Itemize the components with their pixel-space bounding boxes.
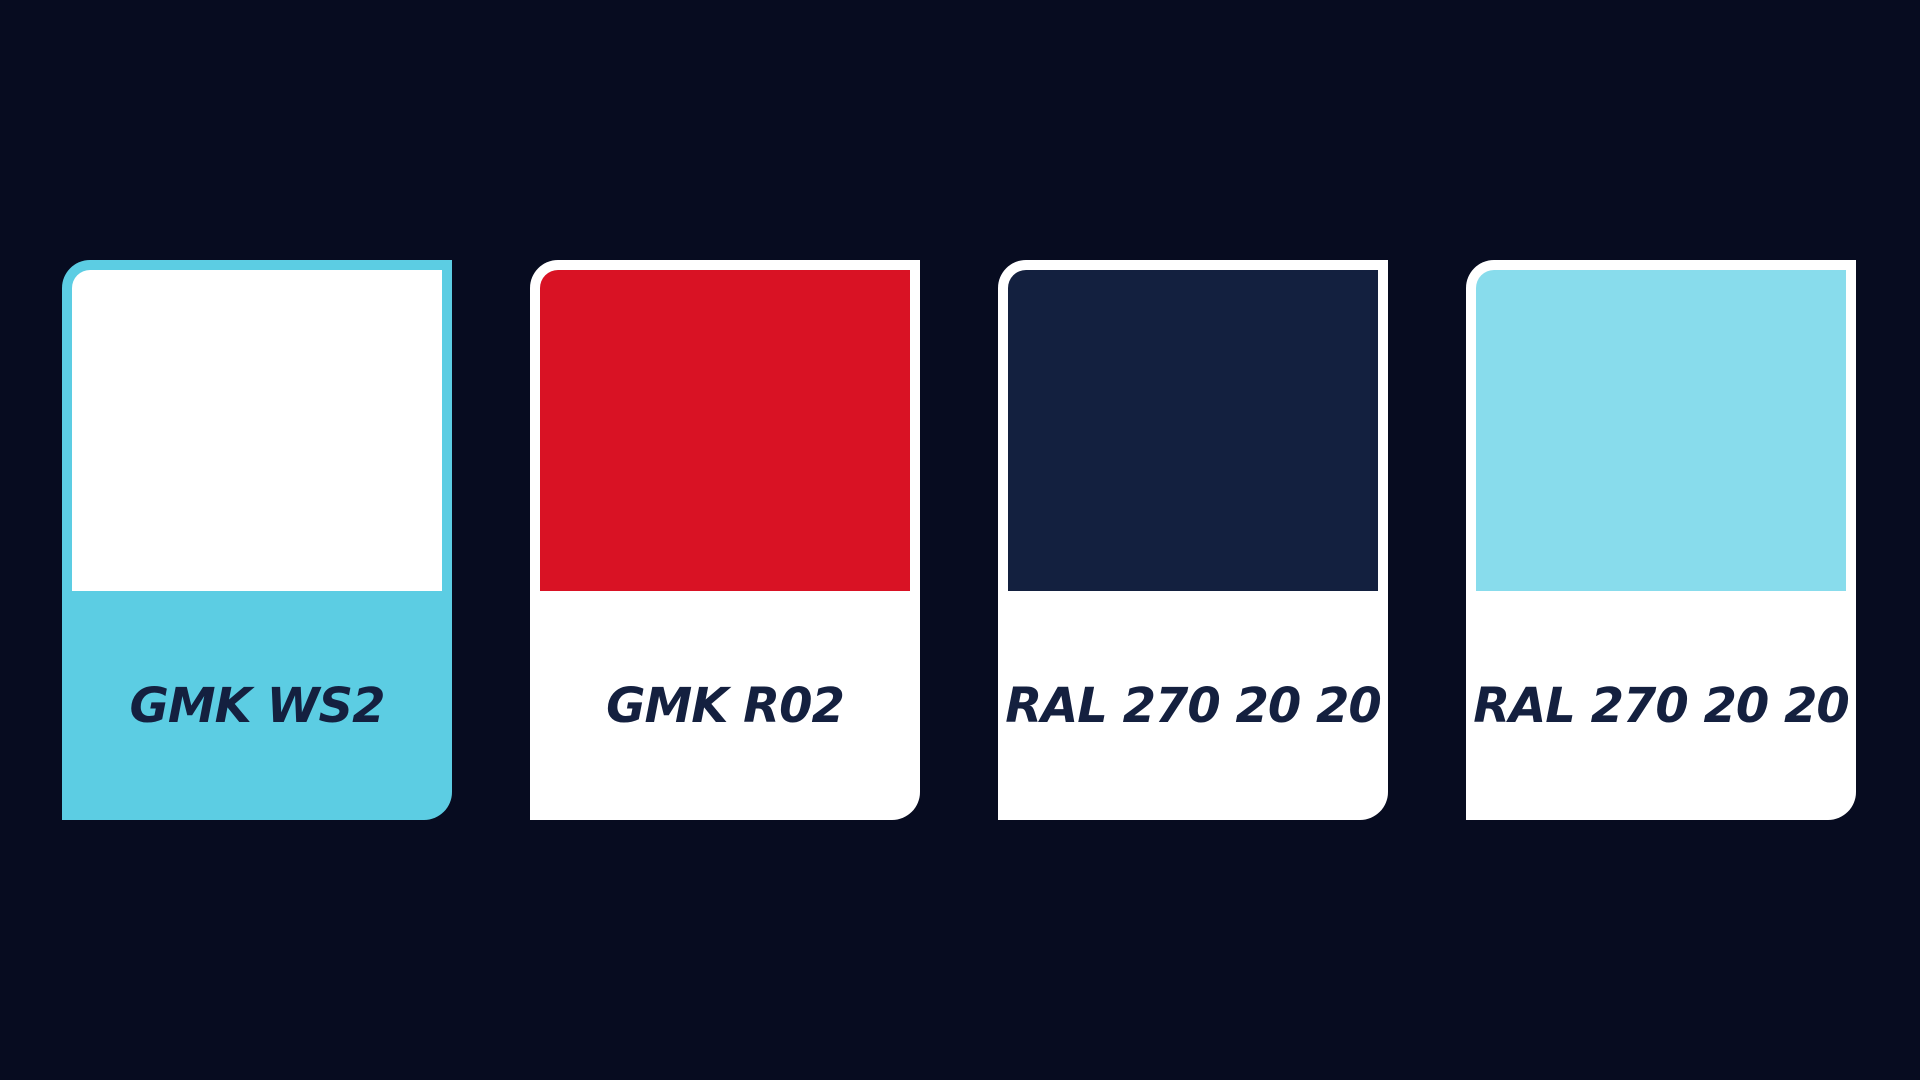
swatch-card-gmk-ws2[interactable]: GMK WS2 bbox=[62, 260, 452, 820]
swatch-card-ral-light-blue[interactable]: RAL 270 20 20 bbox=[1466, 260, 1856, 820]
color-swatch bbox=[1008, 270, 1378, 591]
swatch-card-ral-navy[interactable]: RAL 270 20 20 bbox=[998, 260, 1388, 820]
swatch-label: GMK WS2 bbox=[129, 677, 386, 734]
color-swatch bbox=[72, 270, 442, 591]
color-swatch bbox=[1476, 270, 1846, 591]
swatch-label: RAL 270 20 20 bbox=[1473, 677, 1850, 734]
color-swatch bbox=[540, 270, 910, 591]
swatch-board: GMK WS2 GMK R02 RAL 270 20 20 RAL 270 20… bbox=[0, 0, 1920, 1080]
swatch-label: GMK R02 bbox=[606, 677, 845, 734]
swatch-label: RAL 270 20 20 bbox=[1005, 677, 1382, 734]
swatch-card-gmk-r02[interactable]: GMK R02 bbox=[530, 260, 920, 820]
